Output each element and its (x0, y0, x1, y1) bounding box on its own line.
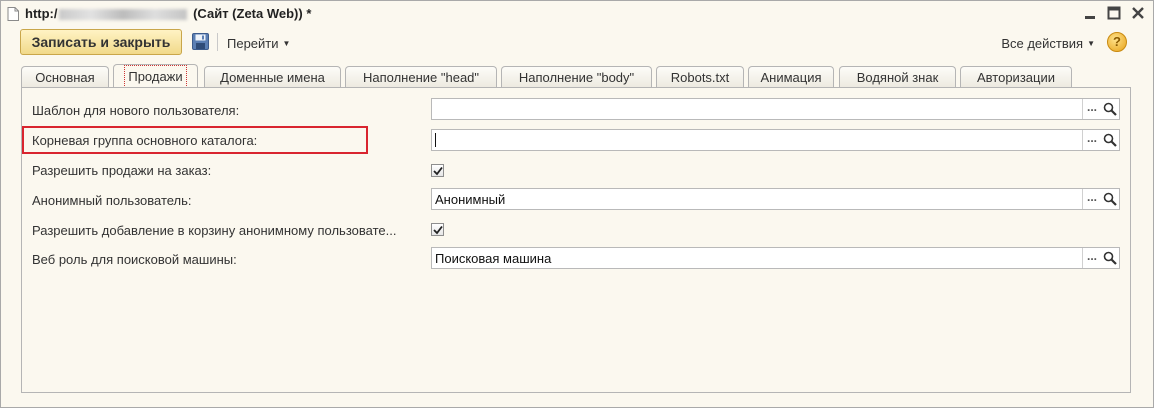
new-user-template-label: Шаблон для нового пользователя: (32, 103, 240, 118)
title-bar: http:/ (Сайт (Zeta Web)) * (1, 1, 1153, 27)
ellipsis-icon[interactable]: ... (1082, 99, 1101, 119)
tab-osnovnaya[interactable]: Основная (21, 66, 109, 88)
window-title-prefix: http:/ (25, 6, 58, 21)
chevron-down-icon: ▼ (1087, 39, 1095, 48)
allow-orders-checkbox[interactable] (431, 164, 444, 177)
ellipsis-icon[interactable]: ... (1082, 130, 1101, 150)
search-icon[interactable] (1102, 132, 1118, 148)
tab-label: Доменные имена (220, 70, 325, 85)
text-cursor (435, 133, 436, 147)
tab-label: Наполнение "head" (362, 70, 480, 85)
close-icon[interactable] (1131, 6, 1145, 20)
search-icon[interactable] (1102, 191, 1118, 207)
maximize-icon[interactable] (1107, 6, 1121, 20)
window-title-suffix: (Сайт (Zeta Web)) * (189, 6, 312, 21)
minimize-icon[interactable] (1083, 6, 1097, 20)
goto-menu[interactable]: Перейти ▼ (227, 36, 290, 51)
allow-anon-cart-label: Разрешить добавление в корзину анонимном… (32, 223, 397, 238)
tab-content-sales: Шаблон для нового пользователя: ... Корн… (21, 87, 1131, 393)
tab-animation[interactable]: Анимация (748, 66, 834, 88)
tab-label: Robots.txt (670, 70, 730, 85)
allow-orders-label: Разрешить продажи на заказ: (32, 163, 212, 178)
anonymous-user-value: Анонимный (435, 192, 506, 207)
anonymous-user-label: Анонимный пользователь: (32, 193, 192, 208)
tab-label: Основная (35, 70, 95, 85)
search-icon[interactable] (1102, 250, 1118, 266)
root-group-field[interactable]: ... (431, 129, 1120, 151)
tab-label: Продажи (124, 65, 187, 88)
checkmark-icon (433, 225, 443, 235)
chevron-down-icon: ▼ (282, 39, 291, 48)
ellipsis-icon[interactable]: ... (1082, 248, 1101, 268)
tab-head-content[interactable]: Наполнение "head" (345, 66, 497, 88)
tab-robots[interactable]: Robots.txt (656, 66, 744, 88)
tab-domain-names[interactable]: Доменные имена (204, 66, 341, 88)
allow-anon-cart-checkbox[interactable] (431, 223, 444, 236)
search-engine-role-field[interactable]: Поисковая машина ... (431, 247, 1120, 269)
tab-watermark[interactable]: Водяной знак (839, 66, 956, 88)
all-actions-label: Все действия (1001, 36, 1084, 51)
save-icon[interactable] (192, 33, 209, 50)
tab-authorizations[interactable]: Авторизации (960, 66, 1072, 88)
search-engine-role-value: Поисковая машина (435, 251, 552, 266)
search-engine-role-label: Веб роль для поисковой машины: (32, 252, 237, 267)
tab-body-content[interactable]: Наполнение "body" (501, 66, 652, 88)
tab-bar: Основная Продажи Доменные имена Наполнен… (21, 64, 1153, 88)
save-and-close-button[interactable]: Записать и закрыть (20, 29, 182, 55)
tab-label: Водяной знак (856, 70, 939, 85)
tab-label: Наполнение "body" (518, 70, 635, 85)
root-group-label: Корневая группа основного каталога: (32, 133, 258, 148)
ellipsis-icon[interactable]: ... (1082, 189, 1101, 209)
redacted-url (59, 9, 188, 21)
toolbar-separator (217, 33, 218, 51)
checkmark-icon (433, 166, 443, 176)
window-title: http:/ (Сайт (Zeta Web)) * (25, 6, 311, 21)
search-icon[interactable] (1102, 101, 1118, 117)
all-actions-menu[interactable]: Все действия ▼ (1001, 36, 1095, 51)
anonymous-user-field[interactable]: Анонимный ... (431, 188, 1120, 210)
form-window: http:/ (Сайт (Zeta Web)) * Записать и за… (0, 0, 1154, 408)
toolbar: Записать и закрыть Перейти ▼ Все действия… (1, 28, 1153, 58)
tab-label: Анимация (760, 70, 822, 85)
tab-prodazhi[interactable]: Продажи (113, 64, 198, 88)
help-icon[interactable]: ? (1107, 32, 1127, 52)
document-icon (7, 7, 19, 21)
tab-label: Авторизации (977, 70, 1055, 85)
goto-label: Перейти (227, 36, 279, 51)
new-user-template-field[interactable]: ... (431, 98, 1120, 120)
